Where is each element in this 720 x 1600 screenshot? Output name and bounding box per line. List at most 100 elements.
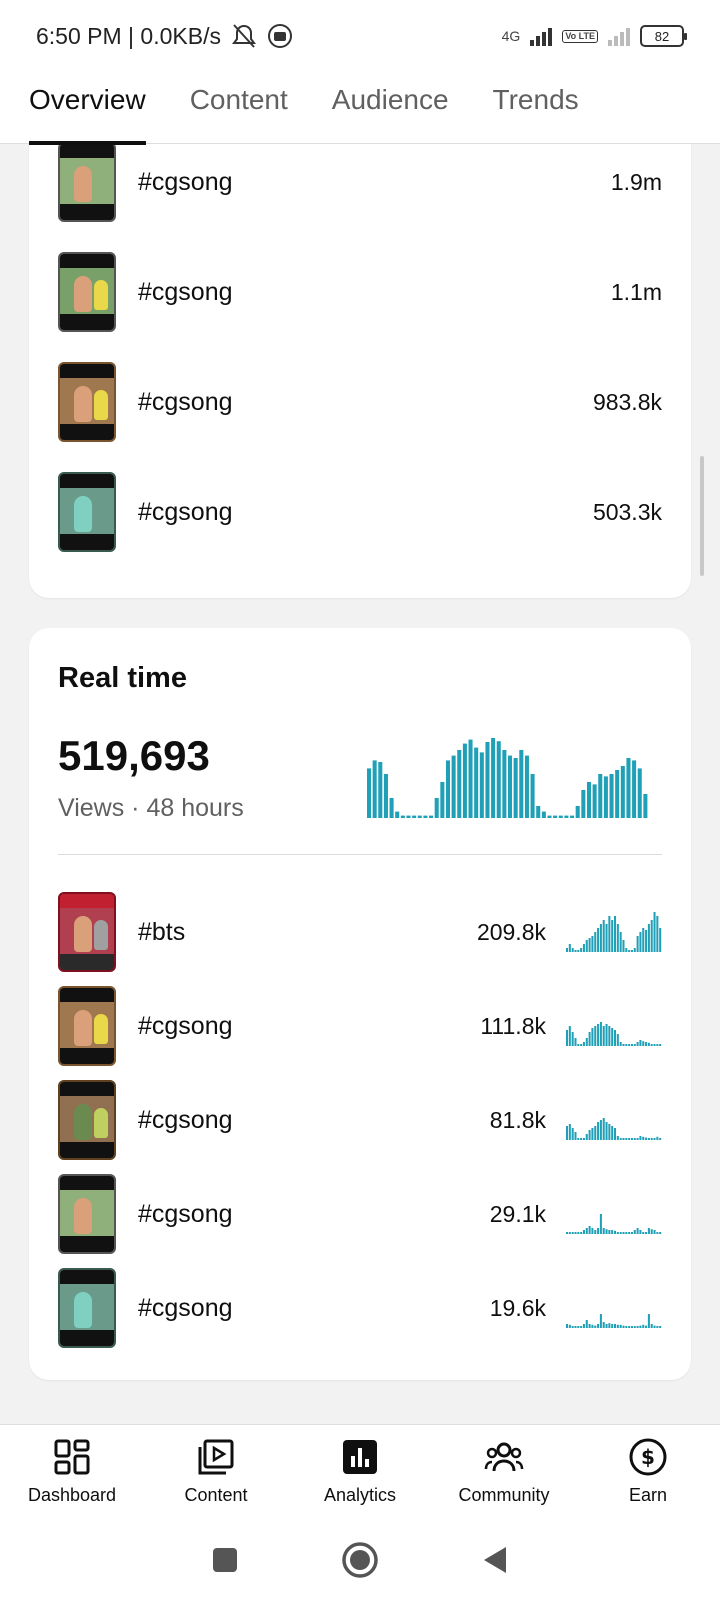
chart-bar bbox=[558, 815, 563, 818]
chart-bar bbox=[594, 1325, 597, 1328]
realtime-bar-chart bbox=[367, 738, 648, 818]
chart-bar bbox=[622, 1044, 625, 1046]
chart-bar bbox=[566, 1232, 569, 1234]
chart-bar bbox=[659, 1232, 662, 1234]
nav-earn[interactable]: $ Earn bbox=[576, 1425, 720, 1520]
chart-bar bbox=[645, 1137, 648, 1140]
list-item[interactable]: #cgsong 503.3k bbox=[58, 472, 662, 552]
chart-bar bbox=[564, 815, 569, 818]
chart-bar bbox=[586, 782, 591, 818]
chart-bar bbox=[609, 774, 614, 818]
chart-bar bbox=[653, 1230, 656, 1234]
home-icon[interactable] bbox=[340, 1540, 380, 1580]
chart-bar bbox=[647, 924, 650, 952]
divider bbox=[58, 854, 662, 855]
chart-bar bbox=[653, 1044, 656, 1046]
chart-bar bbox=[585, 1038, 588, 1046]
chart-bar bbox=[630, 950, 633, 952]
nav-community[interactable]: Community bbox=[432, 1425, 576, 1520]
chart-bar bbox=[626, 758, 631, 818]
video-thumbnail bbox=[58, 1268, 116, 1348]
chart-bar bbox=[639, 1325, 642, 1328]
earn-icon: $ bbox=[629, 1438, 667, 1476]
video-views: 983.8k bbox=[592, 388, 662, 415]
tab-overview[interactable]: Overview bbox=[29, 72, 146, 145]
chart-bar bbox=[659, 1138, 662, 1140]
video-title: #cgsong bbox=[138, 1011, 233, 1040]
realtime-subtitle: Views · 48 hours bbox=[58, 794, 244, 822]
chart-bar bbox=[591, 936, 594, 952]
chart-bar bbox=[513, 758, 518, 818]
chart-bar bbox=[639, 1040, 642, 1046]
video-title: #cgsong bbox=[138, 497, 233, 526]
chart-bar bbox=[605, 924, 608, 952]
main-scroll-area[interactable]: #cgsong 1.9m #cgsong 1.1m #cgsong 983.8k… bbox=[0, 144, 720, 1424]
nav-label: Earn bbox=[628, 1485, 668, 1505]
chart-bar bbox=[547, 815, 552, 818]
nav-analytics[interactable]: Analytics bbox=[288, 1425, 432, 1520]
list-item[interactable]: #bts 209.8k bbox=[58, 892, 662, 972]
chart-bar bbox=[502, 750, 507, 818]
back-icon[interactable] bbox=[480, 1545, 510, 1575]
video-views: 503.3k bbox=[592, 498, 662, 525]
chart-bar bbox=[599, 924, 602, 952]
chart-bar bbox=[637, 768, 642, 818]
chart-bar bbox=[395, 811, 400, 818]
video-title: #cgsong bbox=[138, 1293, 233, 1322]
chart-bar bbox=[642, 1324, 645, 1328]
tab-content[interactable]: Content bbox=[190, 72, 288, 144]
chart-bar bbox=[566, 1126, 569, 1140]
list-item[interactable]: #cgsong 81.8k bbox=[58, 1080, 662, 1160]
chart-bar bbox=[580, 948, 583, 952]
nav-content[interactable]: Content bbox=[144, 1425, 288, 1520]
list-item[interactable]: #cgsong 111.8k bbox=[58, 986, 662, 1066]
video-views: 81.8k bbox=[489, 1106, 546, 1133]
tab-audience[interactable]: Audience bbox=[332, 72, 449, 144]
list-item[interactable]: #cgsong 19.6k bbox=[58, 1268, 662, 1348]
chart-bar bbox=[457, 750, 462, 818]
chart-bar bbox=[605, 1122, 608, 1140]
video-views: 19.6k bbox=[489, 1294, 546, 1321]
system-navigation-bar bbox=[0, 1520, 720, 1600]
chart-bar bbox=[642, 928, 645, 952]
chart-bar bbox=[653, 1325, 656, 1328]
video-title: #cgsong bbox=[138, 1105, 233, 1134]
chart-bar bbox=[622, 1325, 625, 1328]
video-title: #cgsong bbox=[138, 1199, 233, 1228]
chart-bar bbox=[445, 760, 450, 818]
list-item[interactable]: #cgsong 1.9m bbox=[58, 144, 662, 222]
chart-bar bbox=[656, 1044, 659, 1046]
tab-trends[interactable]: Trends bbox=[493, 72, 579, 144]
video-title: #cgsong bbox=[138, 167, 233, 196]
chart-bar bbox=[508, 755, 513, 818]
chart-bar bbox=[653, 912, 656, 952]
chart-bar bbox=[412, 815, 417, 818]
chart-bar bbox=[451, 755, 456, 818]
chart-bar bbox=[588, 1130, 591, 1140]
chart-bar bbox=[594, 1026, 597, 1046]
nav-dashboard[interactable]: Dashboard bbox=[0, 1425, 144, 1520]
chart-bar bbox=[616, 1034, 619, 1046]
chart-bar bbox=[608, 1323, 611, 1328]
video-sparkline bbox=[566, 1314, 662, 1328]
video-title: #bts bbox=[138, 917, 186, 946]
list-item[interactable]: #cgsong 29.1k bbox=[58, 1174, 662, 1254]
list-item[interactable]: #cgsong 983.8k bbox=[58, 362, 662, 442]
chart-bar bbox=[642, 1041, 645, 1046]
chart-bar bbox=[429, 815, 434, 818]
chart-bar bbox=[599, 1314, 602, 1328]
chart-bar bbox=[571, 1128, 574, 1140]
list-item[interactable]: #cgsong 1.1m bbox=[58, 252, 662, 332]
chart-bar bbox=[580, 1326, 583, 1328]
chart-bar bbox=[619, 1232, 622, 1234]
chart-bar bbox=[630, 1044, 633, 1046]
chart-bar bbox=[633, 1138, 636, 1140]
recent-apps-icon[interactable] bbox=[210, 1545, 240, 1575]
chart-bar bbox=[423, 815, 428, 818]
chart-bar bbox=[597, 928, 600, 952]
chart-bar bbox=[389, 798, 394, 818]
chart-bar bbox=[485, 742, 490, 818]
chart-bar bbox=[591, 1028, 594, 1046]
scrollbar[interactable] bbox=[700, 456, 704, 576]
chart-bar bbox=[647, 1138, 650, 1140]
